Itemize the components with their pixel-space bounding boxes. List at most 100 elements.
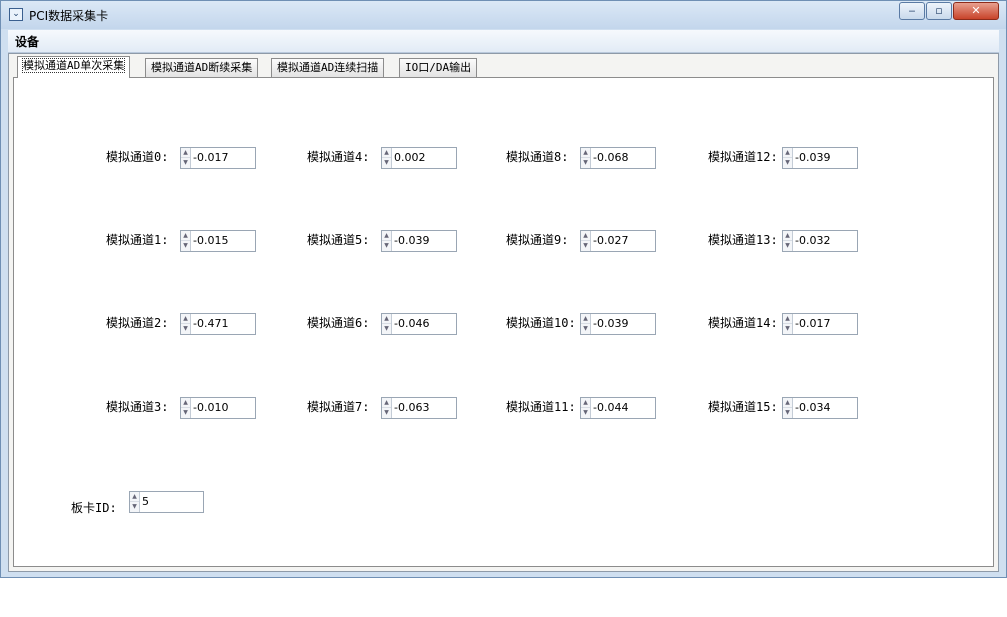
channel-8-value[interactable]: -0.068 bbox=[593, 151, 628, 164]
tab-io-da[interactable]: IO口/DA输出 bbox=[399, 58, 478, 78]
channel-11-spinbox[interactable]: ▲ ▼ -0.044 bbox=[580, 397, 656, 419]
spin-down-icon[interactable]: ▼ bbox=[581, 158, 590, 168]
channel-2-spinbox[interactable]: ▲ ▼ -0.471 bbox=[180, 313, 256, 335]
spin-down-icon[interactable]: ▼ bbox=[382, 408, 391, 418]
spin-buttons[interactable]: ▲ ▼ bbox=[581, 314, 591, 334]
channel-10-label: 模拟通道10: bbox=[506, 316, 576, 330]
spin-up-icon[interactable]: ▲ bbox=[783, 398, 792, 408]
channel-0-value[interactable]: -0.017 bbox=[193, 151, 228, 164]
spin-down-icon[interactable]: ▼ bbox=[581, 324, 590, 334]
spin-buttons[interactable]: ▲ ▼ bbox=[382, 231, 392, 251]
tab-ad-continuous[interactable]: 模拟通道AD连续扫描 bbox=[271, 58, 385, 78]
spin-down-icon[interactable]: ▼ bbox=[783, 158, 792, 168]
channel-13-value[interactable]: -0.032 bbox=[795, 234, 830, 247]
minimize-button[interactable]: ‒ bbox=[899, 2, 925, 20]
channel-4-spinbox[interactable]: ▲ ▼ 0.002 bbox=[381, 147, 457, 169]
spin-down-icon[interactable]: ▼ bbox=[181, 324, 190, 334]
spin-down-icon[interactable]: ▼ bbox=[382, 324, 391, 334]
spin-down-icon[interactable]: ▼ bbox=[382, 158, 391, 168]
spin-down-icon[interactable]: ▼ bbox=[783, 241, 792, 251]
spin-down-icon[interactable]: ▼ bbox=[581, 408, 590, 418]
spin-up-icon[interactable]: ▲ bbox=[382, 398, 391, 408]
spin-down-icon[interactable]: ▼ bbox=[181, 241, 190, 251]
spin-buttons[interactable]: ▲ ▼ bbox=[181, 398, 191, 418]
channel-11-value[interactable]: -0.044 bbox=[593, 401, 628, 414]
app-icon[interactable]: ⌄ bbox=[9, 8, 23, 21]
spin-up-icon[interactable]: ▲ bbox=[382, 314, 391, 324]
spin-buttons[interactable]: ▲ ▼ bbox=[783, 148, 793, 168]
spin-up-icon[interactable]: ▲ bbox=[181, 314, 190, 324]
channel-6-spinbox[interactable]: ▲ ▼ -0.046 bbox=[381, 313, 457, 335]
spin-up-icon[interactable]: ▲ bbox=[382, 231, 391, 241]
spin-up-icon[interactable]: ▲ bbox=[783, 314, 792, 324]
spin-up-icon[interactable]: ▲ bbox=[382, 148, 391, 158]
channel-5-spinbox[interactable]: ▲ ▼ -0.039 bbox=[381, 230, 457, 252]
spin-down-icon[interactable]: ▼ bbox=[382, 241, 391, 251]
spin-down-icon[interactable]: ▼ bbox=[130, 502, 139, 512]
spin-buttons[interactable]: ▲ ▼ bbox=[783, 314, 793, 334]
menu-device[interactable]: 设备 bbox=[15, 33, 39, 50]
channel-10-value[interactable]: -0.039 bbox=[593, 317, 628, 330]
channel-4-value[interactable]: 0.002 bbox=[394, 151, 426, 164]
spin-buttons[interactable]: ▲ ▼ bbox=[581, 148, 591, 168]
channel-3-spinbox[interactable]: ▲ ▼ -0.010 bbox=[180, 397, 256, 419]
channel-7-value[interactable]: -0.063 bbox=[394, 401, 429, 414]
channel-3-value[interactable]: -0.010 bbox=[193, 401, 228, 414]
channel-14-spinbox[interactable]: ▲ ▼ -0.017 bbox=[782, 313, 858, 335]
channel-8-spinbox[interactable]: ▲ ▼ -0.068 bbox=[580, 147, 656, 169]
spin-up-icon[interactable]: ▲ bbox=[181, 398, 190, 408]
spin-up-icon[interactable]: ▲ bbox=[581, 314, 590, 324]
channel-10-spinbox[interactable]: ▲ ▼ -0.039 bbox=[580, 313, 656, 335]
channel-9-value[interactable]: -0.027 bbox=[593, 234, 628, 247]
spin-buttons[interactable]: ▲ ▼ bbox=[181, 314, 191, 334]
spin-buttons[interactable]: ▲ ▼ bbox=[382, 314, 392, 334]
spin-up-icon[interactable]: ▲ bbox=[581, 148, 590, 158]
channel-1-spinbox[interactable]: ▲ ▼ -0.015 bbox=[180, 230, 256, 252]
channel-12-spinbox[interactable]: ▲ ▼ -0.039 bbox=[782, 147, 858, 169]
channel-14-value[interactable]: -0.017 bbox=[795, 317, 830, 330]
tab-ad-intermittent-label: 模拟通道AD断续采集 bbox=[151, 61, 253, 74]
spin-buttons[interactable]: ▲ ▼ bbox=[581, 398, 591, 418]
spin-down-icon[interactable]: ▼ bbox=[783, 324, 792, 334]
tab-ad-single[interactable]: 模拟通道AD单次采集 bbox=[17, 56, 131, 78]
spin-down-icon[interactable]: ▼ bbox=[783, 408, 792, 418]
channel-15-spinbox[interactable]: ▲ ▼ -0.034 bbox=[782, 397, 858, 419]
spin-buttons[interactable]: ▲ ▼ bbox=[382, 148, 392, 168]
board-id-value[interactable]: 5 bbox=[142, 495, 149, 508]
channel-6-value[interactable]: -0.046 bbox=[394, 317, 429, 330]
spin-buttons[interactable]: ▲ ▼ bbox=[783, 231, 793, 251]
channel-13-spinbox[interactable]: ▲ ▼ -0.032 bbox=[782, 230, 858, 252]
channel-0-spinbox[interactable]: ▲ ▼ -0.017 bbox=[180, 147, 256, 169]
channel-8-label: 模拟通道8: bbox=[506, 150, 569, 164]
spin-buttons[interactable]: ▲ ▼ bbox=[581, 231, 591, 251]
channel-12-value[interactable]: -0.039 bbox=[795, 151, 830, 164]
spin-up-icon[interactable]: ▲ bbox=[783, 231, 792, 241]
spin-up-icon[interactable]: ▲ bbox=[181, 148, 190, 158]
spin-buttons[interactable]: ▲ ▼ bbox=[382, 398, 392, 418]
channel-7-spinbox[interactable]: ▲ ▼ -0.063 bbox=[381, 397, 457, 419]
spin-up-icon[interactable]: ▲ bbox=[581, 231, 590, 241]
channel-1-label: 模拟通道1: bbox=[106, 233, 169, 247]
spin-down-icon[interactable]: ▼ bbox=[181, 158, 190, 168]
close-button[interactable]: ✕ bbox=[953, 2, 999, 20]
channel-2-value[interactable]: -0.471 bbox=[193, 317, 228, 330]
spin-up-icon[interactable]: ▲ bbox=[581, 398, 590, 408]
spin-buttons[interactable]: ▲ ▼ bbox=[181, 148, 191, 168]
spin-buttons[interactable]: ▲ ▼ bbox=[181, 231, 191, 251]
channel-5-value[interactable]: -0.039 bbox=[394, 234, 429, 247]
spin-up-icon[interactable]: ▲ bbox=[130, 492, 139, 502]
spin-down-icon[interactable]: ▼ bbox=[581, 241, 590, 251]
channel-2-label: 模拟通道2: bbox=[106, 316, 169, 330]
channel-9-spinbox[interactable]: ▲ ▼ -0.027 bbox=[580, 230, 656, 252]
channel-15-value[interactable]: -0.034 bbox=[795, 401, 830, 414]
title-bar[interactable]: ⌄ PCI数据采集卡 ‒ ▫ ✕ bbox=[1, 1, 1006, 29]
board-id-spinbox[interactable]: ▲ ▼ 5 bbox=[129, 491, 204, 513]
maximize-button[interactable]: ▫ bbox=[926, 2, 952, 20]
spin-buttons[interactable]: ▲ ▼ bbox=[783, 398, 793, 418]
channel-1-value[interactable]: -0.015 bbox=[193, 234, 228, 247]
spin-up-icon[interactable]: ▲ bbox=[181, 231, 190, 241]
tab-ad-intermittent[interactable]: 模拟通道AD断续采集 bbox=[145, 58, 259, 78]
spin-buttons[interactable]: ▲ ▼ bbox=[130, 492, 140, 512]
spin-down-icon[interactable]: ▼ bbox=[181, 408, 190, 418]
spin-up-icon[interactable]: ▲ bbox=[783, 148, 792, 158]
